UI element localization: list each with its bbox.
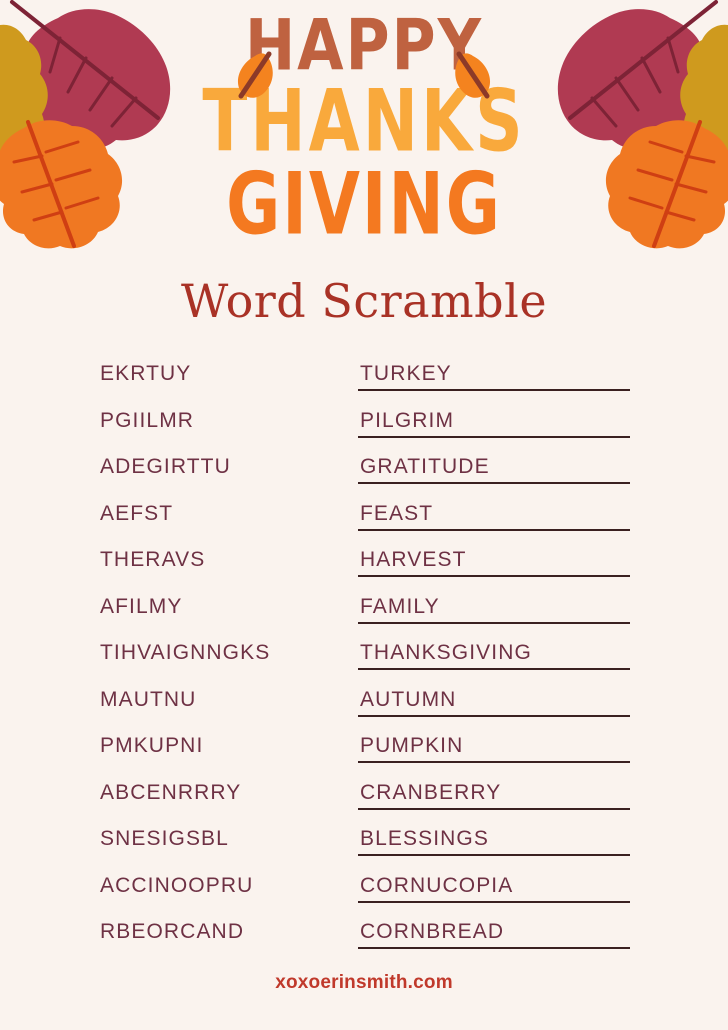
answer-word: CRANBERRY bbox=[360, 780, 502, 804]
answer-blank[interactable]: BLESSINGS bbox=[358, 820, 630, 856]
answer-word: GRATITUDE bbox=[360, 455, 490, 478]
answer-word: HARVEST bbox=[360, 548, 467, 571]
answer-blank[interactable]: FAMILY bbox=[358, 588, 630, 624]
answer-blank[interactable]: PILGRIM bbox=[358, 402, 630, 438]
answer-word: PUMPKIN bbox=[360, 734, 464, 757]
scrambled-word: ACCINOOPRU bbox=[100, 873, 254, 897]
answer-blank[interactable]: CRANBERRY bbox=[358, 774, 630, 810]
answer-blank[interactable]: CORNUCOPIA bbox=[358, 867, 630, 903]
accent-leaf-left-icon bbox=[237, 51, 273, 99]
scrambled-word: TIHVAIGNNGKS bbox=[100, 641, 271, 664]
header-word-happy: HAPPY bbox=[244, 4, 484, 88]
answer-word: BLESSINGS bbox=[360, 827, 489, 850]
answer-blank[interactable]: HARVEST bbox=[358, 541, 630, 577]
word-scramble-list: EKRTUY TURKEY PGIILMR PILGRIM ADEGIRTTU … bbox=[0, 362, 728, 967]
answer-blank[interactable]: AUTUMN bbox=[358, 681, 630, 717]
header-word-thanks: THANKS bbox=[202, 71, 526, 172]
answer-blank[interactable]: GRATITUDE bbox=[358, 448, 630, 484]
scrambled-word: PGIILMR bbox=[100, 408, 195, 432]
footer-website[interactable]: xoxoerinsmith.com bbox=[0, 972, 728, 994]
scrambled-word: EKRTUY bbox=[100, 362, 192, 385]
page-title: Word Scramble bbox=[180, 274, 548, 328]
scrambled-word: AFILMY bbox=[100, 594, 183, 618]
scrambled-word: PMKUPNI bbox=[100, 734, 204, 757]
answer-word: AUTUMN bbox=[360, 687, 457, 711]
answer-word: THANKSGIVING bbox=[360, 641, 532, 664]
worksheet-page: HAPPY THANKS GIVING Word Scramble EKRTUY… bbox=[0, 0, 728, 1030]
answer-word: CORNBREAD bbox=[360, 920, 505, 943]
scrambled-word: MAUTNU bbox=[100, 687, 197, 711]
accent-leaf-left bbox=[233, 50, 277, 102]
answer-word: PILGRIM bbox=[360, 408, 455, 432]
accent-leaf-right bbox=[451, 50, 495, 102]
answer-blank[interactable]: CORNBREAD bbox=[358, 913, 630, 949]
scrambled-word: AEFST bbox=[100, 501, 174, 525]
answer-blank[interactable]: FEAST bbox=[358, 495, 630, 531]
scrambled-word: SNESIGSBL bbox=[100, 827, 229, 850]
scrambled-word: RBEORCAND bbox=[100, 920, 245, 943]
answer-blank[interactable]: THANKSGIVING bbox=[358, 634, 630, 670]
answer-word: CORNUCOPIA bbox=[360, 873, 514, 897]
accent-leaf-right-icon bbox=[455, 51, 491, 99]
scrambled-word: THERAVS bbox=[100, 548, 206, 571]
answer-blank[interactable]: TURKEY bbox=[358, 355, 630, 391]
answer-word: FEAST bbox=[360, 501, 434, 525]
header-word-giving: GIVING bbox=[226, 154, 502, 255]
answer-blank[interactable]: PUMPKIN bbox=[358, 727, 630, 763]
answer-word: TURKEY bbox=[360, 362, 452, 385]
scramble-row: RBEORCAND CORNBREAD bbox=[0, 920, 728, 967]
scrambled-word: ADEGIRTTU bbox=[100, 455, 231, 478]
happy-thanksgiving-header: HAPPY THANKS GIVING bbox=[0, 4, 728, 247]
answer-word: FAMILY bbox=[360, 594, 440, 618]
scrambled-word: ABCENRRRY bbox=[100, 780, 242, 804]
